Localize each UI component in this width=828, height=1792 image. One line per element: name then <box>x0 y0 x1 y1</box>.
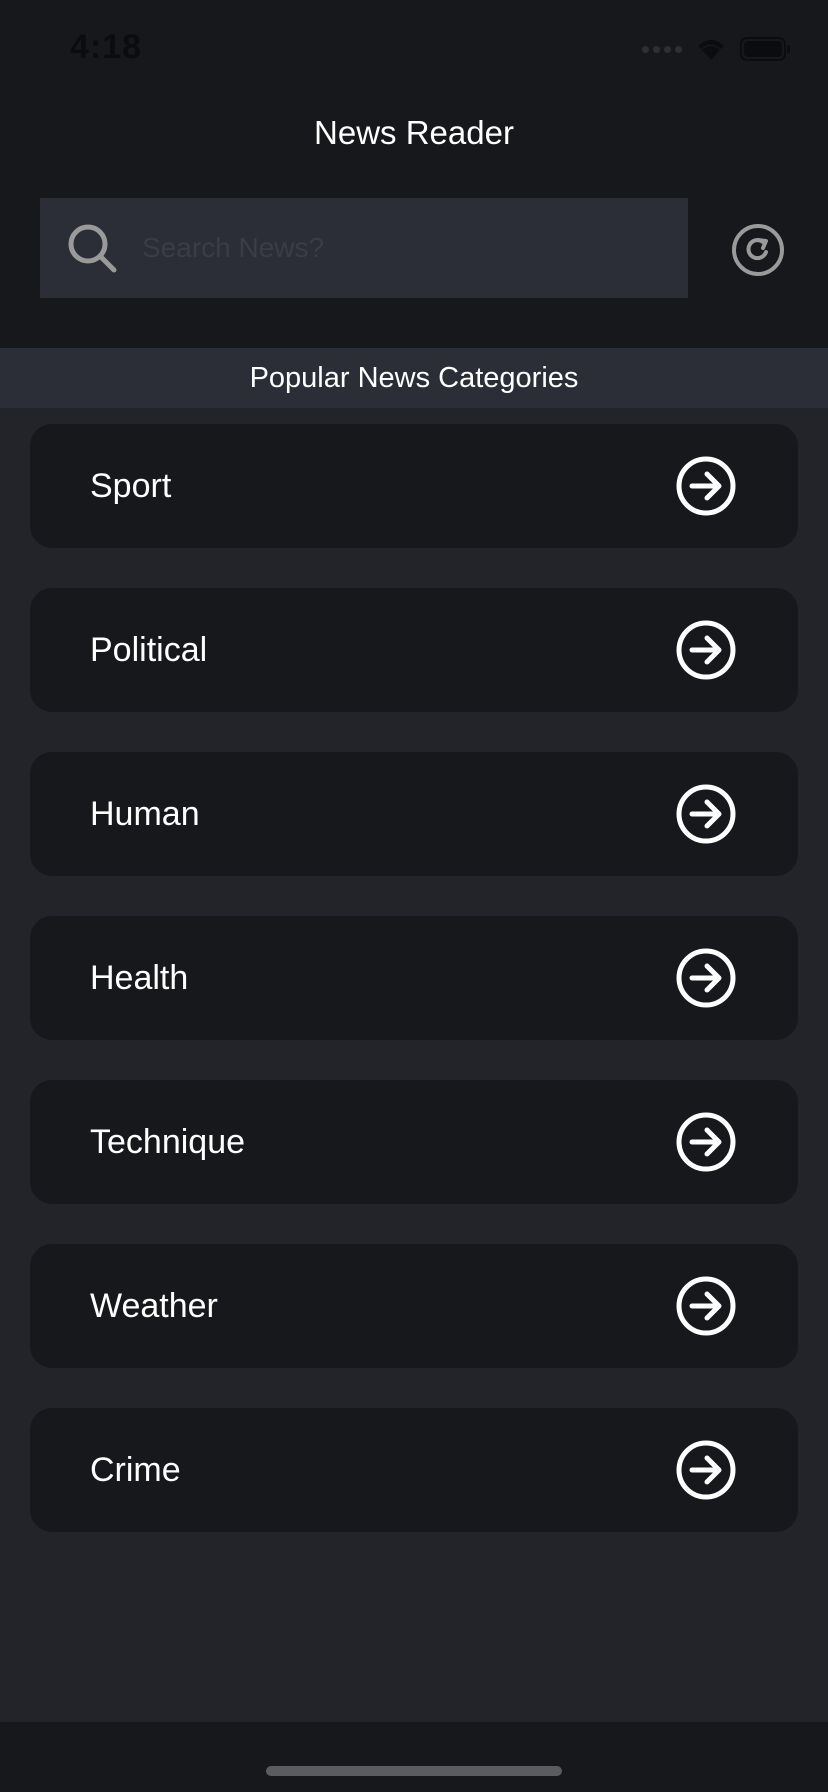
category-item-technique[interactable]: Technique <box>30 1080 798 1204</box>
arrow-right-circle-icon[interactable] <box>676 1276 736 1336</box>
search-bar[interactable] <box>40 198 688 298</box>
category-label: Technique <box>90 1123 246 1161</box>
category-item-health[interactable]: Health <box>30 916 798 1040</box>
arrow-right-circle-icon[interactable] <box>676 1112 736 1172</box>
arrow-right-circle-icon[interactable] <box>676 948 736 1008</box>
category-item-human[interactable]: Human <box>30 752 798 876</box>
category-label: Sport <box>90 467 172 505</box>
status-indicators <box>642 34 792 64</box>
app-title: News Reader <box>314 114 514 151</box>
battery-icon <box>740 36 792 62</box>
status-time: 4:18 <box>70 28 143 66</box>
header: 4:18 News Reader Search News? <box>0 0 828 348</box>
refresh-icon[interactable] <box>730 222 786 278</box>
status-bar: 4:18 <box>0 0 828 100</box>
cellular-signal-icon <box>642 45 682 53</box>
home-indicator[interactable] <box>266 1766 562 1776</box>
category-item-crime[interactable]: Crime <box>30 1408 798 1532</box>
section-title: Popular News Categories <box>0 348 828 408</box>
category-label: Crime <box>90 1451 181 1489</box>
category-label: Health <box>90 959 189 997</box>
app-screen: 4:18 News Reader Search News? Popular Ne… <box>0 0 828 1792</box>
category-label: Human <box>90 795 200 833</box>
category-item-weather[interactable]: Weather <box>30 1244 798 1368</box>
category-label: Political <box>90 631 208 669</box>
search-input[interactable] <box>140 198 670 298</box>
arrow-right-circle-icon[interactable] <box>676 1440 736 1500</box>
category-list: Sport Political Human Health Technique W… <box>30 424 798 1572</box>
category-label: Weather <box>90 1287 218 1325</box>
arrow-right-circle-icon[interactable] <box>676 784 736 844</box>
arrow-right-circle-icon[interactable] <box>676 620 736 680</box>
category-item-political[interactable]: Political <box>30 588 798 712</box>
search-icon <box>68 224 117 273</box>
category-item-sport[interactable]: Sport <box>30 424 798 548</box>
arrow-right-circle-icon[interactable] <box>676 456 736 516</box>
wifi-icon <box>694 36 728 62</box>
bottom-bar <box>0 1722 828 1792</box>
